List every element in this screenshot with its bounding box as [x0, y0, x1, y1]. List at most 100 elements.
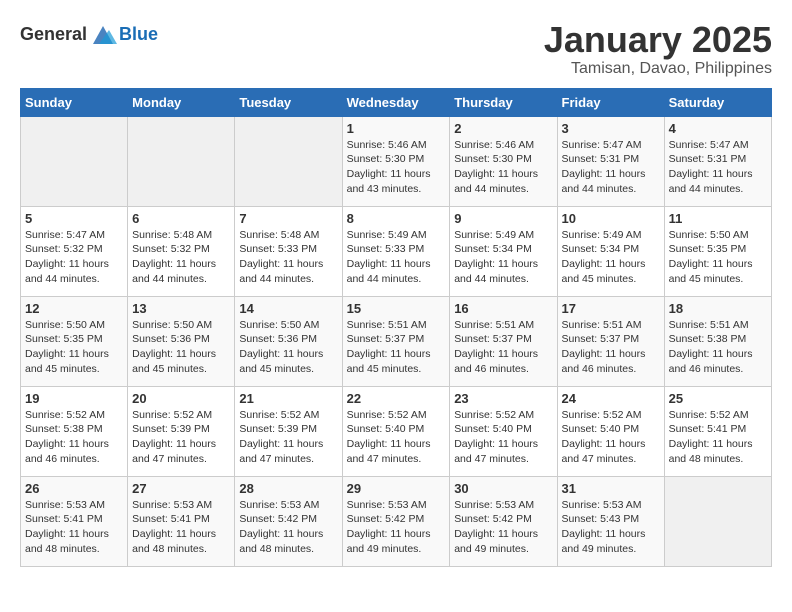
calendar-cell: 22Sunrise: 5:52 AM Sunset: 5:40 PM Dayli…	[342, 386, 450, 476]
calendar-cell: 19 Sunrise: 5:52 AM Sunset: 5:38 PM Dayli…	[21, 386, 128, 476]
location-title: Tamisan, Davao, Philippines	[544, 60, 772, 78]
week-row-2: 5Sunrise: 5:47 AM Sunset: 5:32 PM Daylig…	[21, 206, 772, 296]
calendar-cell	[664, 476, 771, 566]
day-number: 9	[454, 211, 552, 226]
day-number: 6	[132, 211, 230, 226]
calendar-cell	[21, 116, 128, 206]
day-number: 30	[454, 481, 552, 496]
week-row-1: 1Sunrise: 5:46 AM Sunset: 5:30 PM Daylig…	[21, 116, 772, 206]
col-header-monday: Monday	[128, 88, 235, 116]
day-info: Sunrise: 5:52 AM Sunset: 5:40 PM Dayligh…	[454, 408, 552, 467]
day-info: Sunrise: 5:50 AM Sunset: 5:36 PM Dayligh…	[239, 318, 337, 377]
day-info: Sunrise: 5:49 AM Sunset: 5:34 PM Dayligh…	[562, 228, 660, 287]
day-info: Sunrise: 5:47 AM Sunset: 5:32 PM Dayligh…	[25, 228, 123, 287]
calendar-cell: 23 Sunrise: 5:52 AM Sunset: 5:40 PM Dayli…	[450, 386, 557, 476]
day-info: Sunrise: 5:49 AM Sunset: 5:34 PM Dayligh…	[454, 228, 552, 287]
day-info: Sunrise: 5:53 AM Sunset: 5:42 PM Dayligh…	[347, 498, 446, 557]
calendar-cell: 17 Sunrise: 5:51 AM Sunset: 5:37 PM Dayli…	[557, 296, 664, 386]
day-number: 20	[132, 391, 230, 406]
calendar-cell: 6 Sunrise: 5:48 AM Sunset: 5:32 PM Daylig…	[128, 206, 235, 296]
day-info: Sunrise: 5:53 AM Sunset: 5:41 PM Dayligh…	[25, 498, 123, 557]
day-info: Sunrise: 5:48 AM Sunset: 5:33 PM Dayligh…	[239, 228, 337, 287]
day-number: 3	[562, 121, 660, 136]
day-number: 8	[347, 211, 446, 226]
day-info: Sunrise: 5:52 AM Sunset: 5:39 PM Dayligh…	[132, 408, 230, 467]
day-number: 28	[239, 481, 337, 496]
calendar-cell: 15 Sunrise: 5:51 AM Sunset: 5:37 PM Dayli…	[342, 296, 450, 386]
day-number: 23	[454, 391, 552, 406]
calendar-cell: 11 Sunrise: 5:50 AM Sunset: 5:35 PM Dayli…	[664, 206, 771, 296]
day-info: Sunrise: 5:47 AM Sunset: 5:31 PM Dayligh…	[562, 138, 660, 197]
calendar-cell: 8 Sunrise: 5:49 AM Sunset: 5:33 PM Daylig…	[342, 206, 450, 296]
logo-blue: Blue	[119, 24, 158, 45]
day-info: Sunrise: 5:51 AM Sunset: 5:37 PM Dayligh…	[347, 318, 446, 377]
calendar-cell: 21Sunrise: 5:52 AM Sunset: 5:39 PM Dayli…	[235, 386, 342, 476]
calendar-cell: 27Sunrise: 5:53 AM Sunset: 5:41 PM Dayli…	[128, 476, 235, 566]
calendar-cell: 30 Sunrise: 5:53 AM Sunset: 5:42 PM Dayli…	[450, 476, 557, 566]
logo: General Blue	[20, 20, 158, 48]
calendar-cell: 26Sunrise: 5:53 AM Sunset: 5:41 PM Dayli…	[21, 476, 128, 566]
day-info: Sunrise: 5:53 AM Sunset: 5:43 PM Dayligh…	[562, 498, 660, 557]
day-number: 10	[562, 211, 660, 226]
page-header: General Blue January 2025 Tamisan, Davao…	[20, 20, 772, 78]
calendar-cell: 2 Sunrise: 5:46 AM Sunset: 5:30 PM Daylig…	[450, 116, 557, 206]
day-number: 25	[669, 391, 767, 406]
col-header-thursday: Thursday	[450, 88, 557, 116]
calendar-cell: 25Sunrise: 5:52 AM Sunset: 5:41 PM Dayli…	[664, 386, 771, 476]
calendar-cell: 31 Sunrise: 5:53 AM Sunset: 5:43 PM Dayli…	[557, 476, 664, 566]
calendar-cell: 24 Sunrise: 5:52 AM Sunset: 5:40 PM Dayli…	[557, 386, 664, 476]
header-row: SundayMondayTuesdayWednesdayThursdayFrid…	[21, 88, 772, 116]
day-info: Sunrise: 5:52 AM Sunset: 5:40 PM Dayligh…	[347, 408, 446, 467]
day-number: 24	[562, 391, 660, 406]
calendar-cell: 20 Sunrise: 5:52 AM Sunset: 5:39 PM Dayli…	[128, 386, 235, 476]
day-info: Sunrise: 5:53 AM Sunset: 5:42 PM Dayligh…	[454, 498, 552, 557]
day-number: 16	[454, 301, 552, 316]
day-number: 27	[132, 481, 230, 496]
col-header-tuesday: Tuesday	[235, 88, 342, 116]
day-number: 19	[25, 391, 123, 406]
day-info: Sunrise: 5:53 AM Sunset: 5:42 PM Dayligh…	[239, 498, 337, 557]
day-number: 17	[562, 301, 660, 316]
day-info: Sunrise: 5:49 AM Sunset: 5:33 PM Dayligh…	[347, 228, 446, 287]
calendar-cell: 9 Sunrise: 5:49 AM Sunset: 5:34 PM Daylig…	[450, 206, 557, 296]
day-number: 13	[132, 301, 230, 316]
calendar-cell: 5Sunrise: 5:47 AM Sunset: 5:32 PM Daylig…	[21, 206, 128, 296]
day-number: 31	[562, 481, 660, 496]
calendar-cell: 1Sunrise: 5:46 AM Sunset: 5:30 PM Daylig…	[342, 116, 450, 206]
day-number: 18	[669, 301, 767, 316]
calendar-cell	[235, 116, 342, 206]
day-number: 7	[239, 211, 337, 226]
col-header-saturday: Saturday	[664, 88, 771, 116]
calendar-cell: 18 Sunrise: 5:51 AM Sunset: 5:38 PM Dayli…	[664, 296, 771, 386]
day-info: Sunrise: 5:46 AM Sunset: 5:30 PM Dayligh…	[347, 138, 446, 197]
day-info: Sunrise: 5:51 AM Sunset: 5:37 PM Dayligh…	[562, 318, 660, 377]
col-header-sunday: Sunday	[21, 88, 128, 116]
calendar-cell: 14 Sunrise: 5:50 AM Sunset: 5:36 PM Dayli…	[235, 296, 342, 386]
calendar-cell	[128, 116, 235, 206]
month-title: January 2025	[544, 20, 772, 60]
day-number: 2	[454, 121, 552, 136]
day-info: Sunrise: 5:52 AM Sunset: 5:38 PM Dayligh…	[25, 408, 123, 467]
day-number: 12	[25, 301, 123, 316]
day-number: 11	[669, 211, 767, 226]
day-info: Sunrise: 5:47 AM Sunset: 5:31 PM Dayligh…	[669, 138, 767, 197]
day-number: 15	[347, 301, 446, 316]
day-info: Sunrise: 5:50 AM Sunset: 5:35 PM Dayligh…	[669, 228, 767, 287]
week-row-3: 12 Sunrise: 5:50 AM Sunset: 5:35 PM Dayli…	[21, 296, 772, 386]
calendar-cell: 10 Sunrise: 5:49 AM Sunset: 5:34 PM Dayli…	[557, 206, 664, 296]
title-block: January 2025 Tamisan, Davao, Philippines	[544, 20, 772, 78]
day-info: Sunrise: 5:48 AM Sunset: 5:32 PM Dayligh…	[132, 228, 230, 287]
day-info: Sunrise: 5:51 AM Sunset: 5:38 PM Dayligh…	[669, 318, 767, 377]
logo-general: General	[20, 24, 87, 45]
day-info: Sunrise: 5:50 AM Sunset: 5:35 PM Dayligh…	[25, 318, 123, 377]
day-number: 4	[669, 121, 767, 136]
day-info: Sunrise: 5:46 AM Sunset: 5:30 PM Dayligh…	[454, 138, 552, 197]
day-number: 29	[347, 481, 446, 496]
col-header-wednesday: Wednesday	[342, 88, 450, 116]
calendar-cell: 4 Sunrise: 5:47 AM Sunset: 5:31 PM Daylig…	[664, 116, 771, 206]
day-number: 14	[239, 301, 337, 316]
day-number: 21	[239, 391, 337, 406]
calendar-cell: 3 Sunrise: 5:47 AM Sunset: 5:31 PM Daylig…	[557, 116, 664, 206]
day-info: Sunrise: 5:52 AM Sunset: 5:40 PM Dayligh…	[562, 408, 660, 467]
calendar-cell: 16Sunrise: 5:51 AM Sunset: 5:37 PM Dayli…	[450, 296, 557, 386]
